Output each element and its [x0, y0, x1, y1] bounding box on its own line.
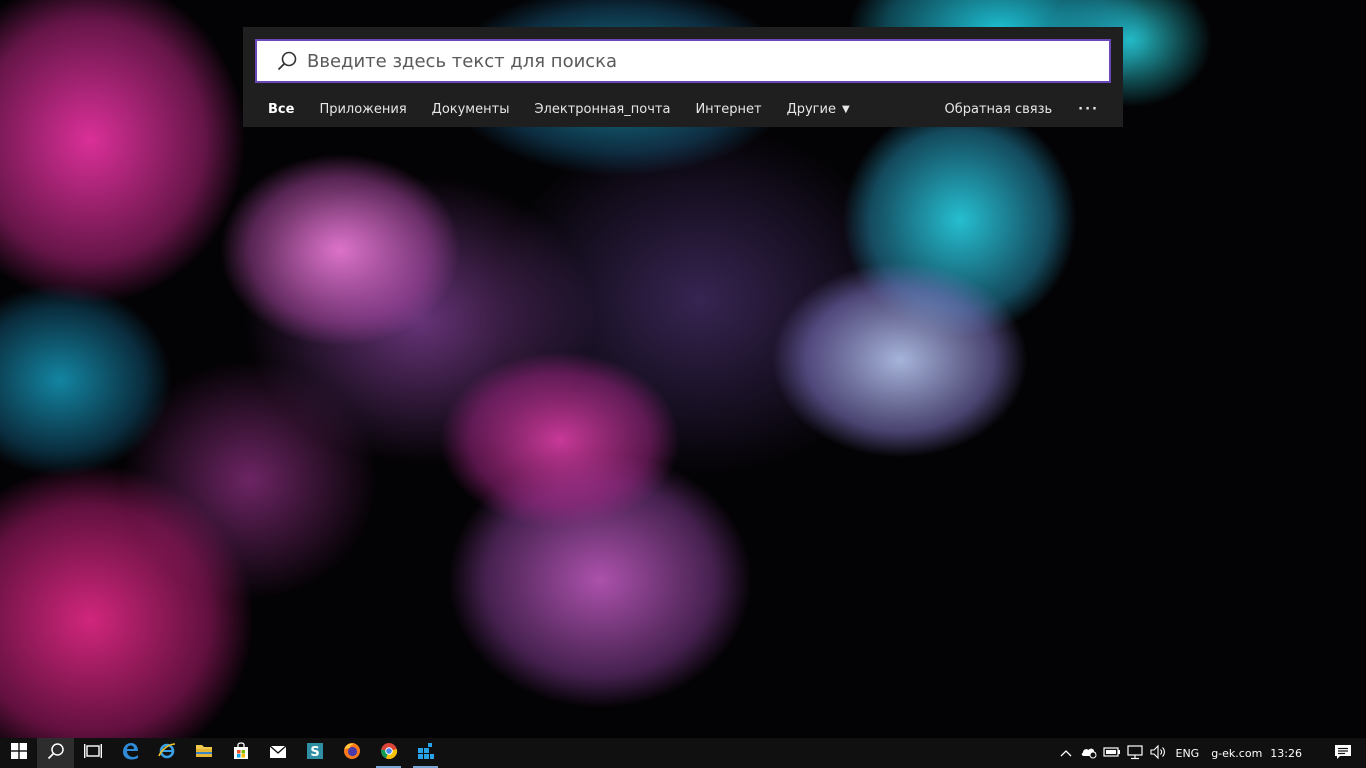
- tiles-app-icon: [417, 742, 435, 764]
- tray-volume[interactable]: [1147, 738, 1170, 768]
- svg-text:S: S: [310, 745, 319, 760]
- sway-icon: S: [306, 742, 324, 764]
- taskbar-app-sway[interactable]: S: [296, 738, 333, 768]
- search-box[interactable]: [255, 39, 1111, 83]
- taskbar-app-chrome[interactable]: [370, 738, 407, 768]
- search-icon: [275, 49, 299, 73]
- search-filter-bar: Все Приложения Документы Электронная_поч…: [243, 97, 1123, 121]
- filter-documents[interactable]: Документы: [432, 102, 510, 117]
- file-explorer-icon: [195, 743, 213, 763]
- taskbar-app-mail[interactable]: [259, 738, 296, 768]
- taskbar-app-ie[interactable]: [148, 738, 185, 768]
- taskbar-search-button[interactable]: [37, 738, 74, 768]
- start-button[interactable]: [0, 738, 37, 768]
- filter-more-dropdown[interactable]: Другие ▼: [787, 102, 850, 117]
- feedback-link[interactable]: Обратная связь: [945, 102, 1053, 117]
- filter-apps[interactable]: Приложения: [319, 102, 406, 117]
- search-icon: [47, 742, 65, 764]
- chrome-icon: [380, 742, 398, 764]
- filter-web[interactable]: Интернет: [695, 102, 761, 117]
- action-center-button[interactable]: [1320, 738, 1366, 768]
- speaker-icon: [1149, 744, 1167, 763]
- store-icon: [232, 742, 250, 764]
- tray-network[interactable]: [1124, 738, 1147, 768]
- tray-onedrive[interactable]: [1078, 738, 1101, 768]
- input-language-indicator[interactable]: ENG: [1176, 747, 1200, 760]
- battery-icon: [1103, 746, 1121, 761]
- task-view-icon: [83, 743, 102, 763]
- show-hidden-icons-button[interactable]: [1055, 738, 1078, 768]
- taskbar-app-firefox[interactable]: [333, 738, 370, 768]
- tray-battery[interactable]: [1101, 738, 1124, 768]
- system-tray: ENG g-ek.com 13:26: [1055, 738, 1366, 768]
- taskbar-app-store[interactable]: [222, 738, 259, 768]
- internet-explorer-icon: [157, 742, 176, 764]
- taskbar-app-edge[interactable]: [111, 738, 148, 768]
- chevron-down-icon: ▼: [841, 103, 850, 115]
- search-panel: Все Приложения Документы Электронная_поч…: [243, 27, 1123, 127]
- more-options-button[interactable]: ···: [1078, 102, 1099, 117]
- network-icon: [1126, 744, 1144, 763]
- firefox-icon: [343, 742, 361, 764]
- taskbar-app-explorer[interactable]: [185, 738, 222, 768]
- filter-email[interactable]: Электронная_почта: [534, 102, 670, 117]
- clock[interactable]: 13:26: [1270, 747, 1302, 760]
- mail-icon: [269, 744, 287, 763]
- chevron-up-icon: [1060, 747, 1072, 760]
- filter-all[interactable]: Все: [268, 102, 294, 117]
- windows-start-icon: [10, 743, 27, 763]
- search-input[interactable]: [307, 41, 1109, 81]
- taskbar-app-tiles[interactable]: [407, 738, 444, 768]
- taskbar: S ENG g-ek.com 13:26: [0, 738, 1366, 768]
- cloud-icon: [1080, 745, 1098, 762]
- task-view-button[interactable]: [74, 738, 111, 768]
- filter-more-label: Другие: [786, 101, 836, 117]
- edge-icon: [121, 742, 139, 764]
- notification-icon: [1334, 744, 1352, 763]
- tray-site-label: g-ek.com: [1211, 746, 1263, 760]
